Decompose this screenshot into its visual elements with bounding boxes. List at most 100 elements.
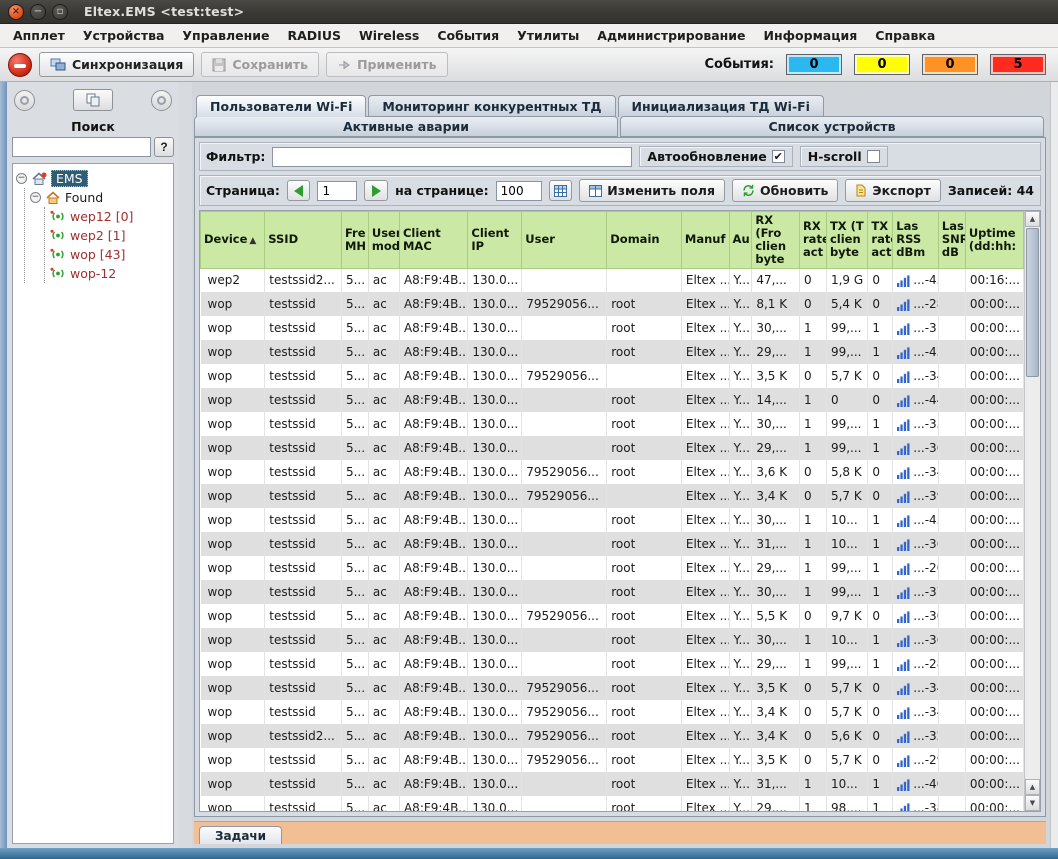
apply-button[interactable]: Применить [326,52,447,77]
export-button[interactable]: Экспорт [845,179,940,202]
column-header-rx_rate[interactable]: RX rate act [800,212,827,269]
menu-information[interactable]: Информация [755,25,867,46]
menu-wireless[interactable]: Wireless [350,25,428,46]
maximize-window-button[interactable]: ▫ [52,4,68,20]
next-page-button[interactable] [364,180,388,201]
hscroll-checkbox[interactable] [867,150,880,163]
tab-ap-monitoring[interactable]: Мониторинг конкурентных ТД [368,95,615,117]
title-bar[interactable]: × − ▫ Eltex.EMS <test:test> [0,0,1058,24]
tree-item-wep2[interactable]: wep2 [1] [50,226,170,245]
table-row[interactable]: woptestssid2...5...acA8:F9:4B...130.0...… [201,724,1024,748]
tree-label-wop-12[interactable]: wop-12 [70,266,116,281]
table-row[interactable]: woptestssid5...acA8:F9:4B...130.0...root… [201,316,1024,340]
column-header-rx_from_client_bytes[interactable]: RX (Fro clien byte [752,212,800,269]
column-header-client_mac[interactable]: Client MAC [399,212,467,269]
column-header-device[interactable]: Device▲ [201,212,265,269]
table-row[interactable]: woptestssid5...acA8:F9:4B...130.0...7952… [201,700,1024,724]
column-header-uptime[interactable]: Uptime (dd:hh: [965,212,1023,269]
splitter-handle[interactable] [179,82,192,848]
edit-columns-button[interactable]: Изменить поля [579,179,725,202]
scroll-down-icon[interactable]: ▼ [1025,795,1040,811]
menu-applet[interactable]: Апплет [4,25,74,46]
tree-item-wop-12[interactable]: wop-12 [50,264,170,283]
column-header-last_snr_db[interactable]: Las SNR dB [938,212,965,269]
table-settings-button[interactable] [549,180,573,201]
page-number-input[interactable] [317,181,357,201]
tree-label-found[interactable]: Found [65,190,103,205]
alarm-status-icon[interactable] [8,53,32,77]
tree-copy-button[interactable] [73,89,113,111]
table-row[interactable]: woptestssid5...acA8:F9:4B...130.0...7952… [201,460,1024,484]
column-header-freq_mhz[interactable]: Fre MH [341,212,368,269]
column-header-user[interactable]: User [522,212,607,269]
tab-ap-initialization[interactable]: Инициализация ТД Wi-Fi [618,95,824,117]
tree-label-ems[interactable]: EMS [51,170,88,187]
event-counter-critical[interactable]: 5 [990,54,1046,75]
table-row[interactable]: woptestssid5...acA8:F9:4B...130.0...root… [201,340,1024,364]
tree-item-ems[interactable]: − EMS [16,169,170,188]
table-row[interactable]: woptestssid5...acA8:F9:4B...130.0...7952… [201,364,1024,388]
close-window-button[interactable]: × [8,4,24,20]
table-row[interactable]: woptestssid5...acA8:F9:4B...130.0...root… [201,556,1024,580]
event-counter-warning[interactable]: 0 [854,54,910,75]
tree-label-wop[interactable]: wop [43] [70,247,125,262]
table-row[interactable]: woptestssid5...acA8:F9:4B...130.0...7952… [201,676,1024,700]
search-help-button[interactable]: ? [154,137,174,157]
tab-wifi-users[interactable]: Пользователи Wi-Fi [196,95,366,117]
prev-page-button[interactable] [287,180,311,201]
save-button[interactable]: Сохранить [201,52,319,77]
column-header-auth[interactable]: Au [729,212,752,269]
table-row[interactable]: woptestssid5...acA8:F9:4B...130.0...root… [201,532,1024,556]
event-counter-info[interactable]: 0 [786,54,842,75]
table-row[interactable]: woptestssid5...acA8:F9:4B...130.0...7952… [201,604,1024,628]
table-row[interactable]: woptestssid5...acA8:F9:4B...130.0...root… [201,772,1024,796]
menu-radius[interactable]: RADIUS [279,25,350,46]
tree-toggle-found[interactable]: − [30,192,41,203]
tree-item-wep12[interactable]: wep12 [0] [50,207,170,226]
tree-label-wep2[interactable]: wep2 [1] [70,228,125,243]
tasks-tab[interactable]: Задачи [199,826,282,844]
tree-toggle-ems[interactable]: − [16,173,27,184]
autorefresh-checkbox[interactable] [772,150,785,163]
column-header-client_ip[interactable]: Client IP [468,212,522,269]
filter-input[interactable] [272,147,632,167]
menu-management[interactable]: Управление [173,25,278,46]
scroll-up-icon[interactable]: ▲ [1025,211,1040,227]
tree-item-wop[interactable]: wop [43] [50,245,170,264]
column-header-ssid[interactable]: SSID [265,212,342,269]
tree-collapse-button[interactable] [14,90,35,111]
menu-utilities[interactable]: Утилиты [508,25,588,46]
minimize-window-button[interactable]: − [30,4,46,20]
menu-administration[interactable]: Администрирование [588,25,754,46]
table-row[interactable]: woptestssid5...acA8:F9:4B...130.0...root… [201,436,1024,460]
column-header-last_rssi_dbm[interactable]: Las RSS dBm [893,212,939,269]
table-row[interactable]: woptestssid5...acA8:F9:4B...130.0...7952… [201,748,1024,772]
menu-events[interactable]: События [428,25,508,46]
table-row[interactable]: woptestssid5...acA8:F9:4B...130.0...root… [201,628,1024,652]
column-header-domain[interactable]: Domain [607,212,682,269]
table-row[interactable]: woptestssid5...acA8:F9:4B...130.0...root… [201,412,1024,436]
column-header-tx_to_client_bytes[interactable]: TX (T clien byte [826,212,867,269]
table-row[interactable]: woptestssid5...acA8:F9:4B...130.0...root… [201,508,1024,532]
hscroll-group[interactable]: H-scroll [800,146,888,167]
vertical-scrollbar[interactable]: ▲ ▲ ▼ [1024,211,1040,811]
autorefresh-group[interactable]: Автообновление [639,146,792,167]
column-header-manufacturer[interactable]: Manuf [681,212,729,269]
table-row[interactable]: woptestssid5...acA8:F9:4B...130.0...root… [201,652,1024,676]
table-row[interactable]: woptestssid5...acA8:F9:4B...130.0...root… [201,580,1024,604]
tab-device-list[interactable]: Список устройств [620,116,1044,137]
scrollbar-track[interactable] [1025,227,1040,779]
tab-active-alarms[interactable]: Активные аварии [194,116,618,137]
refresh-button[interactable]: Обновить [732,179,838,202]
scroll-up-bottom-icon[interactable]: ▲ [1025,779,1040,795]
scrollbar-thumb[interactable] [1026,228,1039,377]
table-row[interactable]: woptestssid5...acA8:F9:4B...130.0...root… [201,388,1024,412]
menu-help[interactable]: Справка [866,25,944,46]
table-row[interactable]: woptestssid5...acA8:F9:4B...130.0...7952… [201,292,1024,316]
column-header-user_mode[interactable]: User mod [368,212,399,269]
per-page-input[interactable] [496,181,542,201]
table-row[interactable]: woptestssid5...acA8:F9:4B...130.0...7952… [201,484,1024,508]
tree-label-wep12[interactable]: wep12 [0] [70,209,133,224]
column-header-tx_rate[interactable]: TX rate act [868,212,893,269]
event-counter-major[interactable]: 0 [922,54,978,75]
